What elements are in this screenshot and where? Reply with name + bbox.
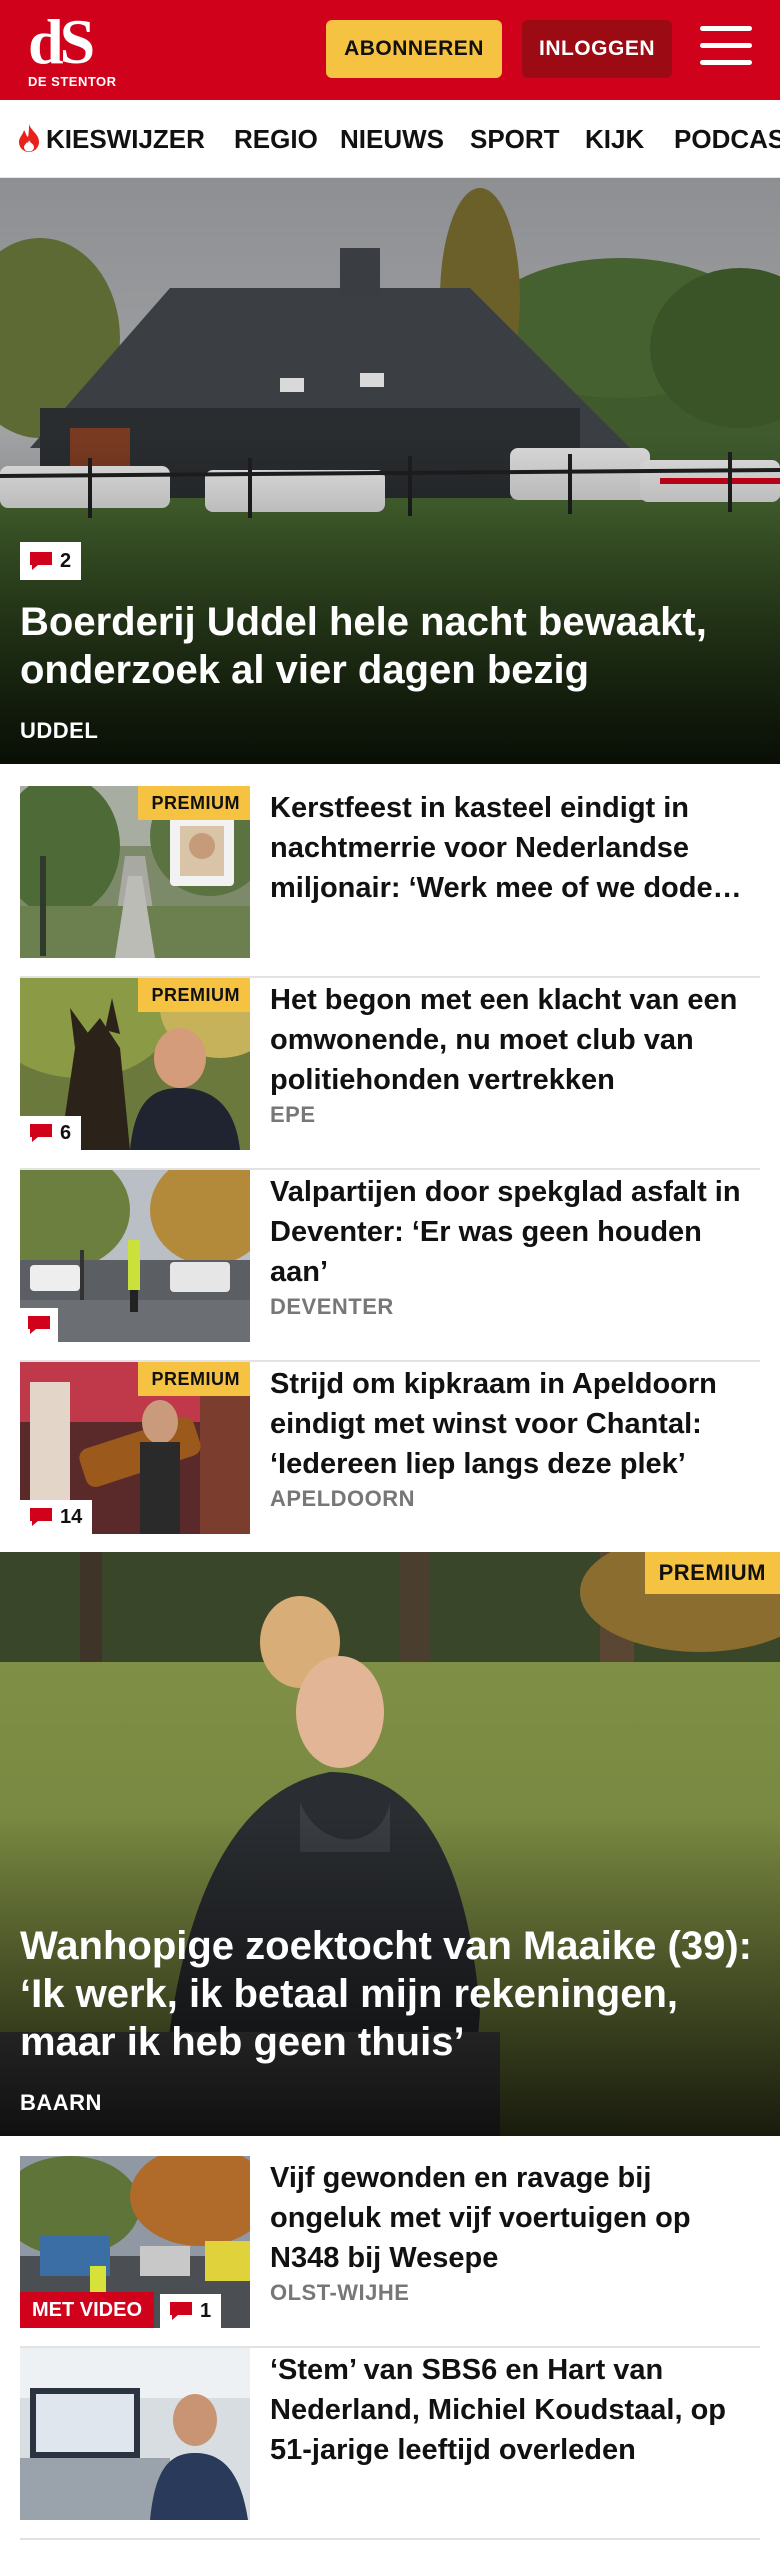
nav-item-kijk[interactable]: KIJK [585,100,644,177]
comment-count: 6 [60,1122,72,1144]
video-badge: MET VIDEO [20,2292,155,2328]
comment-icon [28,1123,54,1143]
comment-count-badge[interactable] [20,1308,58,1342]
nav-item-label: KIESWIJZER [46,124,205,154]
comment-icon [26,1315,52,1335]
list-item[interactable]: PREMIUM 14 Strijd om kipkraam in Apeldoo… [20,1362,760,1554]
logo-subtitle: DE STENTOR [28,74,117,89]
premium-badge: PREMIUM [137,786,250,820]
comment-icon [28,551,54,571]
premium-badge: PREMIUM [137,978,250,1012]
premium-badge: PREMIUM [644,1552,780,1594]
subscribe-button[interactable]: ABONNEREN [326,20,502,78]
list-item[interactable]: MET VIDEO 1 Vijf gewonden en ravage bij … [20,2156,760,2348]
feature-location: BAARN [20,2090,102,2115]
nav-item-sport[interactable]: SPORT [470,100,560,177]
comment-count: 2 [60,550,72,572]
article-thumbnail: PREMIUM 14 [20,1362,250,1534]
comment-count: 14 [60,1506,83,1528]
article-location: APELDOORN [270,1486,416,1511]
nav-item-nieuws[interactable]: NIEUWS [340,100,444,177]
list-item[interactable]: PREMIUM Kerstfeest in kasteel eindigt in… [20,786,760,978]
list-item[interactable]: Valpartijen door spekglad asfalt in Deve… [20,1170,760,1362]
article-thumbnail [20,2348,250,2520]
main-nav: KIESWIJZER REGIO NIEUWS SPORT KIJK PODCA… [0,100,780,178]
nav-item-kieswijzer[interactable]: KIESWIJZER [16,100,205,177]
flame-icon [16,123,42,153]
comment-count-badge[interactable]: 14 [20,1500,93,1534]
hero-article[interactable]: 2 Boerderij Uddel hele nacht bewaakt, on… [0,178,780,764]
article-thumbnail: PREMIUM [20,786,250,958]
article-thumbnail: PREMIUM 6 [20,978,250,1150]
comment-icon [28,1507,54,1527]
hero-location: UDDEL [20,718,99,743]
nav-item-podcast[interactable]: PODCAST [674,100,780,177]
comment-icon [168,2301,194,2321]
article-title[interactable]: ‘Stem’ van SBS6 en Hart van Nederland, M… [270,2350,760,2470]
menu-icon[interactable] [700,26,752,70]
article-title[interactable]: Valpartijen door spekglad asfalt in Deve… [270,1172,760,1292]
article-title[interactable]: Strijd om kipkraam in Apeldoorn eindigt … [270,1364,760,1484]
list-item[interactable]: ‘Stem’ van SBS6 en Hart van Nederland, M… [20,2348,760,2540]
logo-mark: dS [28,6,95,77]
article-location: DEVENTER [270,1294,394,1319]
article-location: OLST-WIJHE [270,2280,410,2305]
list-item[interactable]: PREMIUM 6 Het begon met een klacht van e… [20,978,760,1170]
feature-article[interactable]: PREMIUM Wanhopige zoektocht van Maaike (… [0,1552,780,2136]
site-logo[interactable]: dS DE STENTOR [28,6,124,90]
article-thumbnail: MET VIDEO 1 [20,2156,250,2328]
feature-title[interactable]: Wanhopige zoektocht van Maaike (39): ‘Ik… [20,1922,770,2066]
nav-item-regio[interactable]: REGIO [234,100,318,177]
article-title[interactable]: Het begon met een klacht van een omwonen… [270,980,760,1100]
comment-count: 1 [200,2300,212,2322]
comment-count-badge[interactable]: 2 [20,542,82,580]
login-button[interactable]: INLOGGEN [522,20,672,78]
top-header: dS DE STENTOR ABONNEREN INLOGGEN [0,0,780,100]
comment-count-badge[interactable]: 1 [160,2294,222,2328]
hero-title[interactable]: Boerderij Uddel hele nacht bewaakt, onde… [20,598,760,694]
article-title[interactable]: Vijf gewonden en ravage bij ongeluk met … [270,2158,760,2278]
article-thumbnail [20,1170,250,1342]
article-location: EPE [270,1102,316,1127]
premium-badge: PREMIUM [137,1362,250,1396]
article-title[interactable]: Kerstfeest in kasteel eindigt in nachtme… [270,788,760,908]
comment-count-badge[interactable]: 6 [20,1116,82,1150]
